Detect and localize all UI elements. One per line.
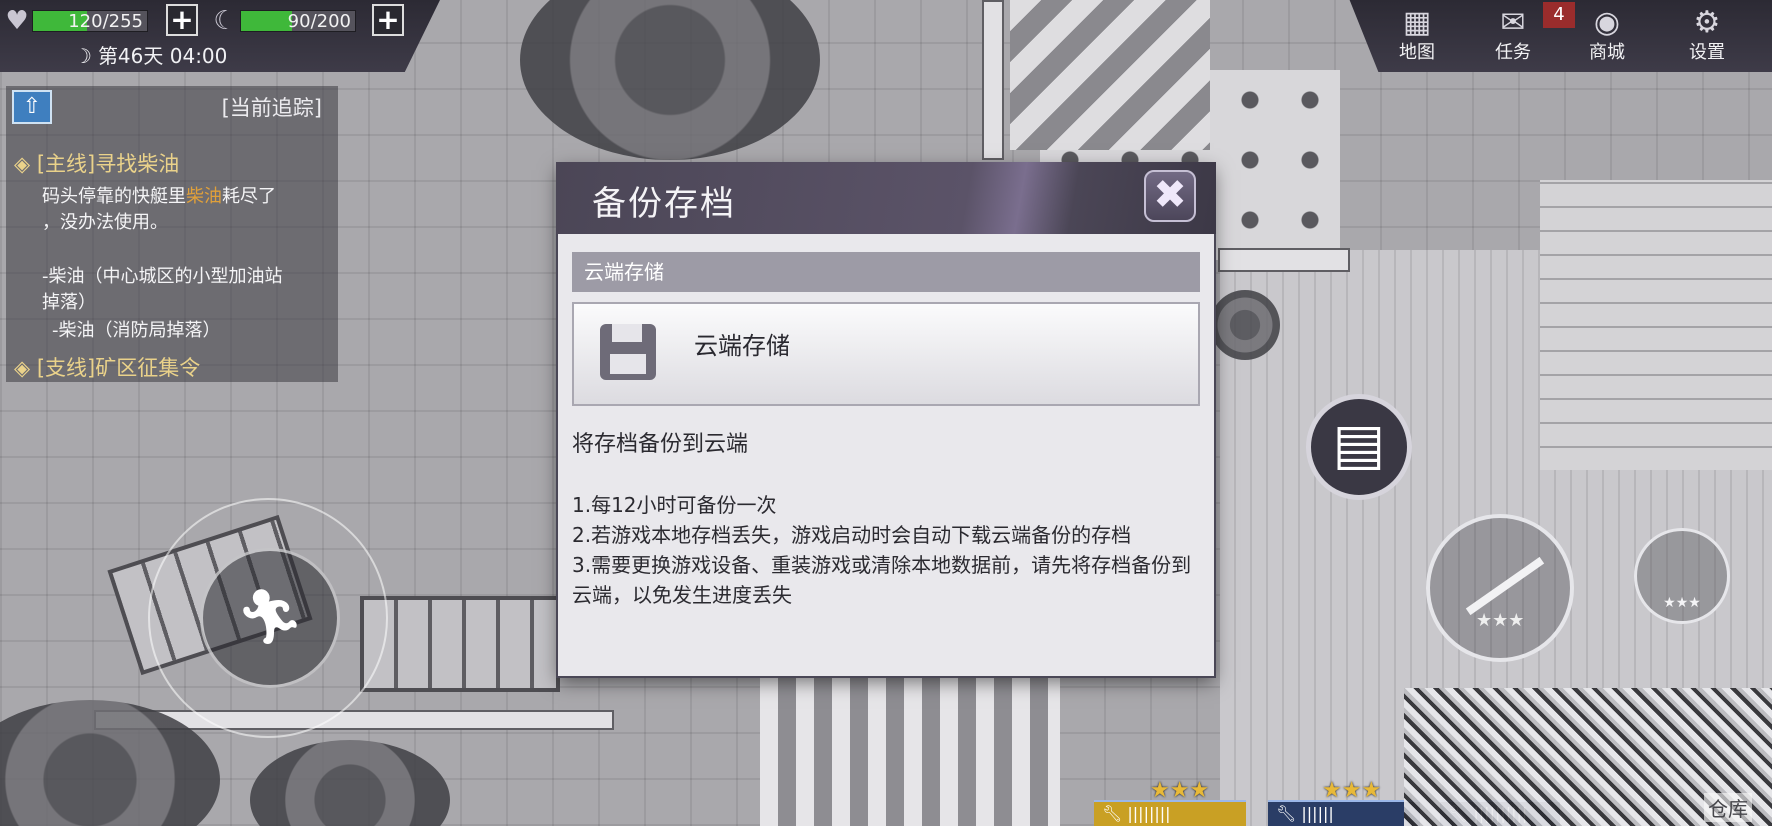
- main-quest-title[interactable]: ◈ [主线]寻找柴油: [14, 148, 179, 178]
- settings-button[interactable]: ⚙ 设置: [1672, 4, 1742, 70]
- weapon-stars: ★★★: [1476, 610, 1525, 631]
- potted-plant: [1210, 290, 1280, 360]
- tracker-header: [当前追踪]: [221, 96, 322, 120]
- tasks-icon: ✉: [1500, 5, 1526, 40]
- cloud-storage-label: 云端存储: [694, 332, 790, 360]
- hunger-stat: ☾ 90/200: [210, 6, 356, 36]
- side-quest-title[interactable]: ◈ [支线]矿区征集令: [14, 352, 200, 382]
- gear-icon: ⚙: [1693, 5, 1721, 40]
- cloud-storage-button[interactable]: 云端存储: [572, 302, 1200, 406]
- heart-icon: ♥: [5, 6, 29, 36]
- rule-1: 1.每12小时可备份一次: [572, 493, 777, 517]
- arrow-up-icon: ⇧: [22, 94, 42, 119]
- running-man-icon: 🏃︎: [235, 585, 305, 648]
- dialog-title: 备份存档: [592, 184, 736, 224]
- plank-wall: [1540, 180, 1772, 470]
- coins-icon: ◉: [1593, 5, 1621, 40]
- hunger-fill: [241, 11, 293, 31]
- close-button[interactable]: ✖: [1144, 170, 1196, 222]
- stomach-icon: ☾: [213, 6, 237, 36]
- rule-3: 3.需要更换游戏设备、重装游戏或清除本地数据前，请先将存档备份到云端，以免发生进…: [572, 553, 1192, 607]
- main-quest-desc-2: ，没办法使用。: [42, 212, 168, 233]
- knife-icon: [1465, 556, 1545, 616]
- backup-dialog: 备份存档 ✖ 云端存储 云端存储 将存档备份到云端 1.每12小时可备份一次 2…: [556, 162, 1216, 676]
- moon-icon: ☽: [74, 44, 92, 68]
- shop-button[interactable]: ◉ 商城: [1572, 4, 1642, 70]
- tasks-badge: 4: [1543, 2, 1575, 28]
- hotbar-slot-1[interactable]: 🔧︎ ||||||||: [1094, 800, 1246, 826]
- wrench-icon: 🔧︎ ||||||: [1276, 804, 1334, 823]
- health-stat: ♥ 120/255: [2, 6, 148, 36]
- health-bar: 120/255: [32, 10, 148, 32]
- drop-source-1-cont: 掉落）: [42, 292, 96, 313]
- hunger-bar: 90/200: [240, 10, 356, 32]
- tasks-label: 任务: [1495, 42, 1531, 63]
- quest-icon: ◈: [14, 356, 31, 380]
- warehouse-label: 仓库: [1704, 793, 1752, 822]
- floppy-disk-icon: ▤: [1332, 412, 1386, 477]
- shop-label: 商城: [1589, 42, 1625, 63]
- drop-source-1: -柴油（中心城区的小型加油站: [42, 266, 283, 287]
- wall: [982, 0, 1004, 160]
- quest-icon: ◈: [14, 152, 31, 176]
- settings-label: 设置: [1689, 42, 1725, 63]
- wall: [1218, 248, 1350, 272]
- hotbar-slot-2[interactable]: 🔧︎ ||||||: [1268, 800, 1420, 826]
- add-hunger-button[interactable]: +: [372, 4, 404, 36]
- close-icon: ✖: [1153, 172, 1187, 218]
- hunger-value: 90/200: [287, 11, 351, 32]
- map-label: 地图: [1399, 42, 1435, 63]
- drop-source-2: -柴油（消防局掉落）: [52, 320, 221, 341]
- tree-canopy: [520, 0, 820, 160]
- dialog-header: 备份存档 ✖: [556, 162, 1216, 234]
- section-header: 云端存储: [572, 252, 1200, 292]
- sprint-button[interactable]: 🏃︎: [200, 548, 340, 688]
- map-button[interactable]: ▦ 地图: [1382, 4, 1452, 70]
- rule-2: 2.若游戏本地存档丢失，游戏启动时会自动下载云端备份的存档: [572, 523, 1132, 547]
- attack-button[interactable]: ★★★: [1426, 514, 1574, 662]
- backup-rules: 1.每12小时可备份一次 2.若游戏本地存档丢失，游戏启动时会自动下载云端备份的…: [572, 490, 1192, 610]
- quest-tracker: ⇧ [当前追踪] ◈ [主线]寻找柴油 码头停靠的快艇里柴油耗尽了 ，没办法使用…: [6, 86, 338, 382]
- day-time-text: 第46天 04:00: [97, 44, 228, 68]
- map-icon: ▦: [1402, 5, 1432, 40]
- tasks-button[interactable]: ✉ 任务: [1478, 4, 1548, 70]
- tree-canopy: [250, 740, 450, 826]
- wrench-icon: 🔧︎ ||||||||: [1102, 804, 1171, 823]
- striped-rug: [760, 670, 1060, 826]
- day-time: ☽ 第46天 04:00: [74, 40, 227, 69]
- dialog-description: 将存档备份到云端: [572, 432, 749, 457]
- secondary-weapon-button[interactable]: ★★★: [1634, 528, 1730, 624]
- main-quest-desc: 码头停靠的快艇里柴油耗尽了: [42, 186, 276, 207]
- save-button[interactable]: ▤: [1306, 394, 1412, 500]
- collapse-tracker-button[interactable]: ⇧: [12, 90, 52, 124]
- health-value: 120/255: [68, 11, 143, 32]
- warehouse-button[interactable]: 仓库: [1404, 688, 1772, 826]
- add-health-button[interactable]: +: [166, 4, 198, 36]
- crate: [360, 596, 560, 692]
- weapon-stars-small: ★★★: [1663, 595, 1701, 611]
- striped-bed: [1010, 0, 1210, 150]
- floppy-disk-icon: [600, 324, 656, 380]
